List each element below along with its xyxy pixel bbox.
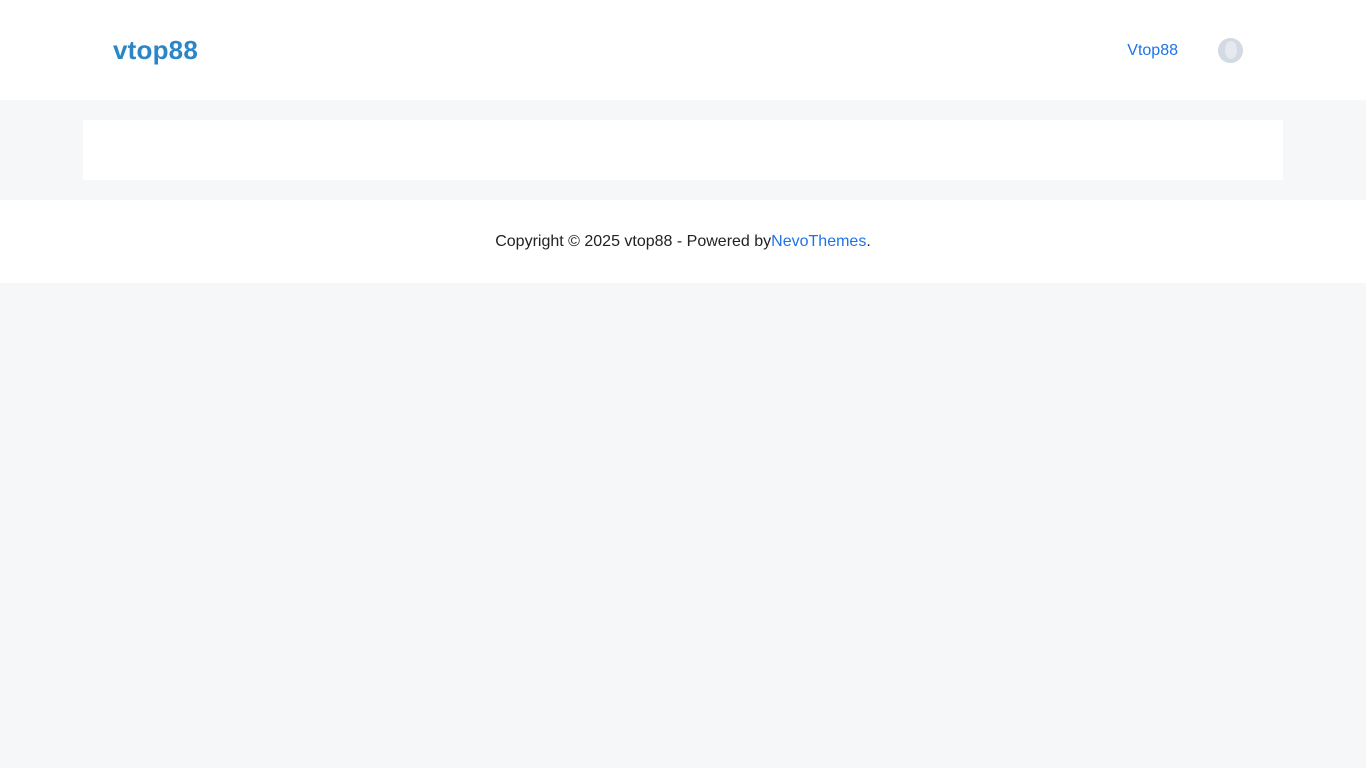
nav-link-vtop88[interactable]: Vtop88: [1127, 39, 1178, 63]
copyright-suffix: .: [866, 232, 871, 250]
copyright-text: Copyright © 2025 vtop88 - Powered by: [495, 232, 772, 250]
content-card: [83, 120, 1283, 180]
user-avatar-icon[interactable]: [1218, 38, 1243, 63]
header-nav: Vtop88: [1127, 38, 1243, 63]
main-content: [0, 100, 1366, 200]
avatar-silhouette-icon: [1218, 38, 1243, 63]
site-header: vtop88 Vtop88: [0, 0, 1366, 100]
site-footer: Copyright © 2025 vtop88 - Powered by Nev…: [0, 200, 1366, 283]
site-logo-link[interactable]: vtop88: [113, 36, 198, 64]
nevothemes-link[interactable]: NevoThemes: [771, 233, 866, 251]
